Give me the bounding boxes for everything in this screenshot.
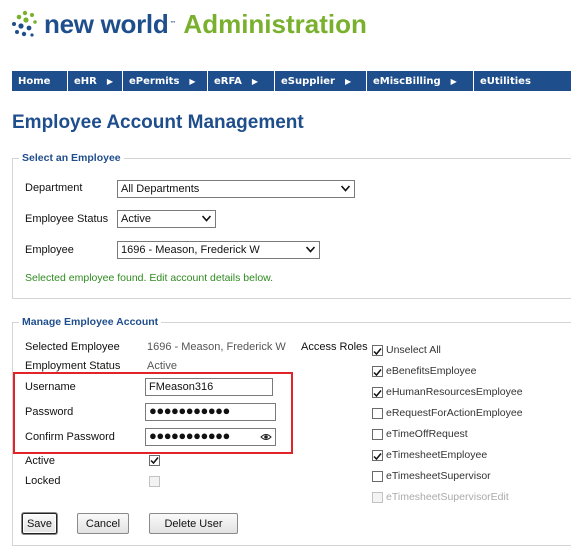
username-input[interactable]: FMeason316 <box>145 378 273 396</box>
username-label: Username <box>25 381 76 393</box>
employee-label: Employee <box>25 244 74 256</box>
checkmark-icon <box>373 347 382 355</box>
nav-arrow-icon: ▶ <box>345 76 352 86</box>
selected-employee-label: Selected Employee <box>25 341 120 353</box>
confirm-password-label: Confirm Password <box>25 431 115 443</box>
nav-label: eSupplier <box>281 75 335 87</box>
brand-name: new world <box>44 8 169 39</box>
brand-section: Administration <box>183 8 367 39</box>
nav-item-epermits[interactable]: ePermits ▶ <box>123 71 208 91</box>
nav-arrow-icon: ▶ <box>189 76 196 86</box>
role-etimesheetsupervisor[interactable]: eTimesheetSupervisor <box>372 469 491 483</box>
employee-value: 1696 - Meason, Frederick W <box>121 244 260 256</box>
nav-label: eUtilities <box>480 75 531 87</box>
nav-label: eMiscBilling <box>373 75 441 87</box>
nav-item-esupplier[interactable]: eSupplier ▶ <box>275 71 367 91</box>
nav-arrow-icon: ▶ <box>106 76 114 86</box>
nav-label: ePermits <box>129 75 180 87</box>
password-input[interactable]: ●●●●●●●●●●● <box>145 403 276 421</box>
role-ebenefitsemployee[interactable]: eBenefitsEmployee <box>372 364 476 378</box>
role-label: eHumanResourcesEmployee <box>386 386 523 398</box>
role-checkbox[interactable] <box>372 470 383 482</box>
chevron-down-icon <box>306 246 315 253</box>
role-checkbox[interactable] <box>372 344 383 356</box>
role-label: eBenefitsEmployee <box>386 365 477 377</box>
role-etimeoffrequest[interactable]: eTimeOffRequest <box>372 427 468 441</box>
confirm-password-input[interactable]: ●●●●●●●●●●● <box>145 428 276 446</box>
main-nav: Home eHR ▶ ePermits ▶ eRFA ▶ eSupplier ▶ eMi… <box>12 71 571 91</box>
role-label: Unselect All <box>386 344 441 356</box>
page-title: Employee Account Management <box>12 112 304 133</box>
brand-trademark: ™ <box>169 20 177 28</box>
locked-checkbox <box>149 476 160 487</box>
role-ehumanresourcesemployee[interactable]: eHumanResourcesEmployee <box>372 385 523 399</box>
nav-item-ehr[interactable]: eHR ▶ <box>68 71 123 91</box>
manage-account-legend: Manage Employee Account <box>22 316 159 328</box>
role-checkbox-disabled <box>372 491 383 503</box>
nav-item-erfa[interactable]: eRFA ▶ <box>208 71 275 91</box>
role-label: eTimesheetSupervisorEdit <box>386 491 509 503</box>
new-world-logo: new world ™ Administration <box>10 6 367 42</box>
employee-found-message: Selected employee found. Edit account de… <box>25 272 274 284</box>
nav-item-emiscbilling[interactable]: eMiscBilling ▶ <box>367 71 474 91</box>
nav-arrow-icon: ▶ <box>251 76 259 86</box>
employment-status-value: Active <box>147 360 177 372</box>
reveal-password-icon[interactable] <box>260 432 272 442</box>
role-label: eTimeOffRequest <box>386 428 468 440</box>
select-employee-legend: Select an Employee <box>22 152 121 164</box>
department-select[interactable]: All Departments <box>117 180 355 198</box>
role-checkbox[interactable] <box>372 449 383 461</box>
nav-item-eutilities[interactable]: eUtilities <box>474 71 571 91</box>
nav-label: eRFA <box>214 75 242 87</box>
checkmark-icon <box>373 368 382 376</box>
role-checkbox[interactable] <box>372 407 383 419</box>
chevron-down-icon <box>202 215 211 222</box>
department-label: Department <box>25 182 83 194</box>
employee-status-select[interactable]: Active <box>117 210 216 228</box>
nav-label: eHR <box>74 75 97 87</box>
role-erequestforactionemployee[interactable]: eRequestForActionEmployee <box>372 406 523 420</box>
cancel-button[interactable]: Cancel <box>77 513 129 534</box>
nav-item-home[interactable]: Home <box>12 71 68 91</box>
active-label: Active <box>25 455 55 467</box>
delete-user-button[interactable]: Delete User <box>149 513 238 534</box>
role-etimesheetemployee[interactable]: eTimesheetEmployee <box>372 448 487 462</box>
username-value: FMeason316 <box>149 381 214 393</box>
locked-label: Locked <box>25 475 61 487</box>
password-value: ●●●●●●●●●●● <box>149 403 230 418</box>
checkmark-icon <box>373 452 382 460</box>
chevron-down-icon <box>341 185 350 192</box>
employment-status-label: Employment Status <box>25 360 121 372</box>
role-label: eRequestForActionEmployee <box>386 407 523 419</box>
checkmark-icon <box>373 389 382 397</box>
confirm-password-value: ●●●●●●●●●●● <box>149 428 230 443</box>
role-label: eTimesheetEmployee <box>386 449 488 461</box>
selected-employee-value: 1696 - Meason, Frederick W <box>147 341 286 353</box>
logo-dots-icon <box>12 10 37 37</box>
employee-select[interactable]: 1696 - Meason, Frederick W <box>117 241 320 259</box>
nav-arrow-icon: ▶ <box>450 76 457 86</box>
password-label: Password <box>25 406 74 418</box>
role-checkbox[interactable] <box>372 428 383 440</box>
access-roles-label: Access Roles <box>301 341 368 353</box>
employee-status-value: Active <box>121 213 151 225</box>
nav-label: Home <box>18 75 51 87</box>
checkmark-icon <box>150 457 159 465</box>
department-value: All Departments <box>121 183 200 195</box>
employee-status-label: Employee Status <box>25 213 109 225</box>
role-checkbox[interactable] <box>372 365 383 377</box>
save-button[interactable]: Save <box>22 513 57 534</box>
active-checkbox[interactable] <box>149 455 160 466</box>
role-label: eTimesheetSupervisor <box>386 470 491 482</box>
role-unselect-all[interactable]: Unselect All <box>372 343 441 357</box>
role-checkbox[interactable] <box>372 386 383 398</box>
role-etimesheetsupervisoredit: eTimesheetSupervisorEdit <box>372 490 509 504</box>
